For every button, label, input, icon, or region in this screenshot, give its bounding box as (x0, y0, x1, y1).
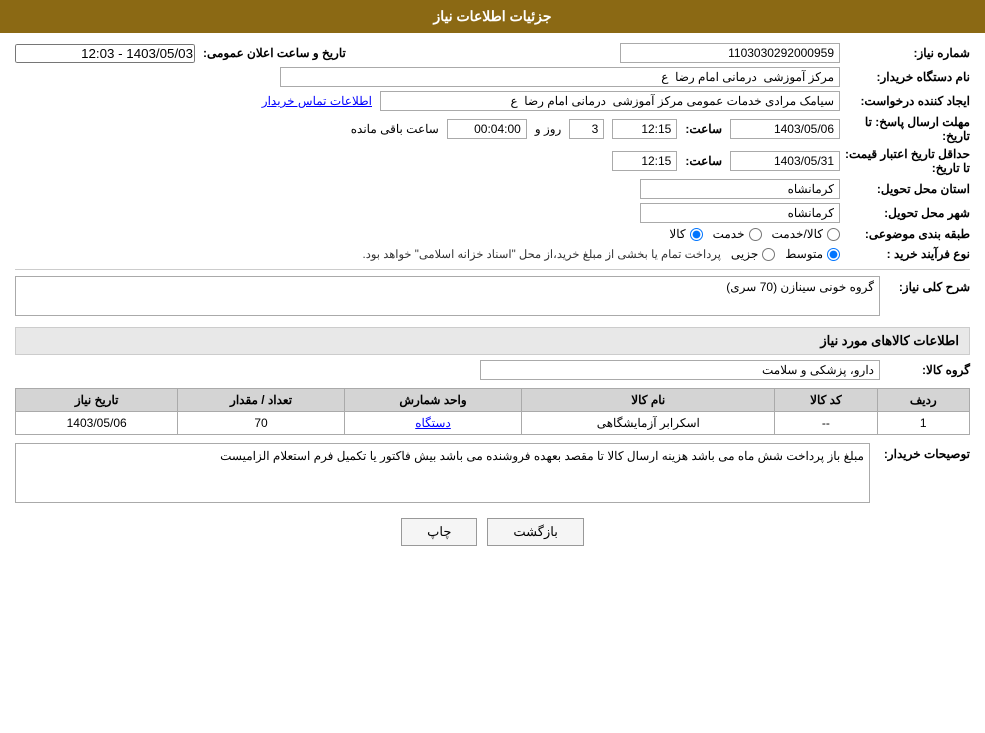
shomare-niaz-label: شماره نیاز: (840, 46, 970, 60)
shahr-label: شهر محل تحویل: (840, 206, 970, 220)
tarikh-input[interactable] (15, 44, 195, 63)
grohe-kala-input[interactable] (480, 360, 880, 380)
button-row: بازگشت چاپ (15, 518, 970, 546)
haddaqal-label: حداقل تاریخ اعتبار قیمت: تا تاریخ: (840, 147, 970, 175)
radio-kala-khedmat-label: کالا/خدمت (772, 227, 823, 241)
tozihat-label: توصیحات خریدار: (870, 443, 970, 461)
cell-nam: اسکرابر آزمایشگاهی (522, 412, 775, 435)
radio-motavasset-label: متوسط (785, 247, 823, 261)
row-mohlat: مهلت ارسال پاسخ: تا تاریخ: ساعت: روز و س… (15, 115, 970, 143)
mohlat-label: مهلت ارسال پاسخ: تا تاریخ: (840, 115, 970, 143)
row-sherh: شرح کلی نیاز: (15, 276, 970, 319)
shomare-niaz-input[interactable] (620, 43, 840, 63)
tozihat-content: مبلغ باز پرداخت شش ماه می باشد هزینه ارس… (15, 443, 870, 503)
col-radif: ردیف (877, 389, 969, 412)
mohlat-time-input[interactable] (612, 119, 677, 139)
row-haddaqal: حداقل تاریخ اعتبار قیمت: تا تاریخ: ساعت: (15, 147, 970, 175)
haddaqal-date-input[interactable] (730, 151, 840, 171)
nam-dastgah-label: نام دستگاه خریدار: (840, 70, 970, 84)
sherh-textarea[interactable] (15, 276, 880, 316)
row-nam-dastgah: نام دستگاه خریدار: (15, 67, 970, 87)
row-tabaqe: طبقه بندی موضوعی: کالا/خدمت خدمت کالا (15, 227, 970, 241)
radio-khedmat[interactable]: خدمت (713, 227, 762, 241)
mohlat-remaining-input[interactable] (447, 119, 527, 139)
radio-khedmat-label: خدمت (713, 227, 745, 241)
row-nooe: نوع فرآیند خرید : متوسط جزیی پرداخت تمام… (15, 245, 970, 263)
row-ostan: استان محل تحویل: (15, 179, 970, 199)
cell-kod: -- (775, 412, 877, 435)
ijaad-label: ایجاد کننده درخواست: (840, 94, 970, 108)
print-button[interactable]: چاپ (401, 518, 477, 546)
col-tarikh: تاریخ نیاز (16, 389, 178, 412)
mohlat-date-input[interactable] (730, 119, 840, 139)
table-header-row: ردیف کد کالا نام کالا واحد شمارش تعداد /… (16, 389, 970, 412)
kala-info-title: اطلاعات کالاهای مورد نیاز (15, 327, 970, 355)
ijaad-contact-link[interactable]: اطلاعات تماس خریدار (262, 94, 372, 108)
col-vahed: واحد شمارش (344, 389, 521, 412)
ostan-input[interactable] (640, 179, 840, 199)
back-button[interactable]: بازگشت (487, 518, 583, 546)
page-wrapper: جزئیات اطلاعات نیاز شماره نیاز: تاریخ و … (0, 0, 985, 733)
ostan-label: استان محل تحویل: (840, 182, 970, 196)
items-section: ردیف کد کالا نام کالا واحد شمارش تعداد /… (15, 388, 970, 435)
items-table: ردیف کد کالا نام کالا واحد شمارش تعداد /… (15, 388, 970, 435)
col-tedad: تعداد / مقدار (178, 389, 344, 412)
ijaad-input[interactable] (380, 91, 840, 111)
row-shomare: شماره نیاز: تاریخ و ساعت اعلان عمومی: (15, 43, 970, 63)
table-row: 1 -- اسکرابر آزمایشگاهی دستگاه 70 1403/0… (16, 412, 970, 435)
row-shahr: شهر محل تحویل: (15, 203, 970, 223)
cell-radif: 1 (877, 412, 969, 435)
mohlat-rooz-input[interactable] (569, 119, 604, 139)
nam-dastgah-input[interactable] (280, 67, 840, 87)
mohlat-time-label: ساعت: (685, 122, 722, 136)
row-ijaad: ایجاد کننده درخواست: اطلاعات تماس خریدار (15, 91, 970, 111)
row-grohe-kala: گروه کالا: (15, 360, 970, 380)
mohlat-saaat-label: ساعت باقی مانده (351, 122, 439, 136)
col-kod: کد کالا (775, 389, 877, 412)
page-title: جزئیات اطلاعات نیاز (433, 8, 551, 24)
tabaqe-label: طبقه بندی موضوعی: (840, 227, 970, 241)
tozihat-text: مبلغ باز پرداخت شش ماه می باشد هزینه ارس… (220, 449, 864, 463)
haddaqal-time-label: ساعت: (685, 154, 722, 168)
row-tozihat: توصیحات خریدار: مبلغ باز پرداخت شش ماه م… (15, 443, 970, 503)
radio-kala-label: کالا (669, 227, 685, 241)
nooe-label: نوع فرآیند خرید : (840, 247, 970, 261)
main-content: شماره نیاز: تاریخ و ساعت اعلان عمومی: نا… (0, 33, 985, 566)
mohlat-rooz-label: روز و (535, 122, 562, 136)
tarikh-label: تاریخ و ساعت اعلان عمومی: (203, 46, 346, 60)
radio-jozi[interactable]: جزیی (731, 247, 775, 261)
radio-motavasset[interactable]: متوسط (785, 247, 840, 261)
radio-kala-khedmat[interactable]: کالا/خدمت (772, 227, 840, 241)
cell-tedad: 70 (178, 412, 344, 435)
nooe-note: پرداخت تمام یا بخشی از مبلغ خرید،از محل … (363, 245, 721, 263)
haddaqal-time-input[interactable] (612, 151, 677, 171)
cell-vahed[interactable]: دستگاه (344, 412, 521, 435)
cell-tarikh: 1403/05/06 (16, 412, 178, 435)
radio-jozi-label: جزیی (731, 247, 758, 261)
page-header: جزئیات اطلاعات نیاز (0, 0, 985, 33)
sherh-label: شرح کلی نیاز: (880, 276, 970, 294)
radio-kala[interactable]: کالا (669, 227, 702, 241)
col-nam: نام کالا (522, 389, 775, 412)
grohe-kala-label: گروه کالا: (880, 363, 970, 377)
shahr-input[interactable] (640, 203, 840, 223)
